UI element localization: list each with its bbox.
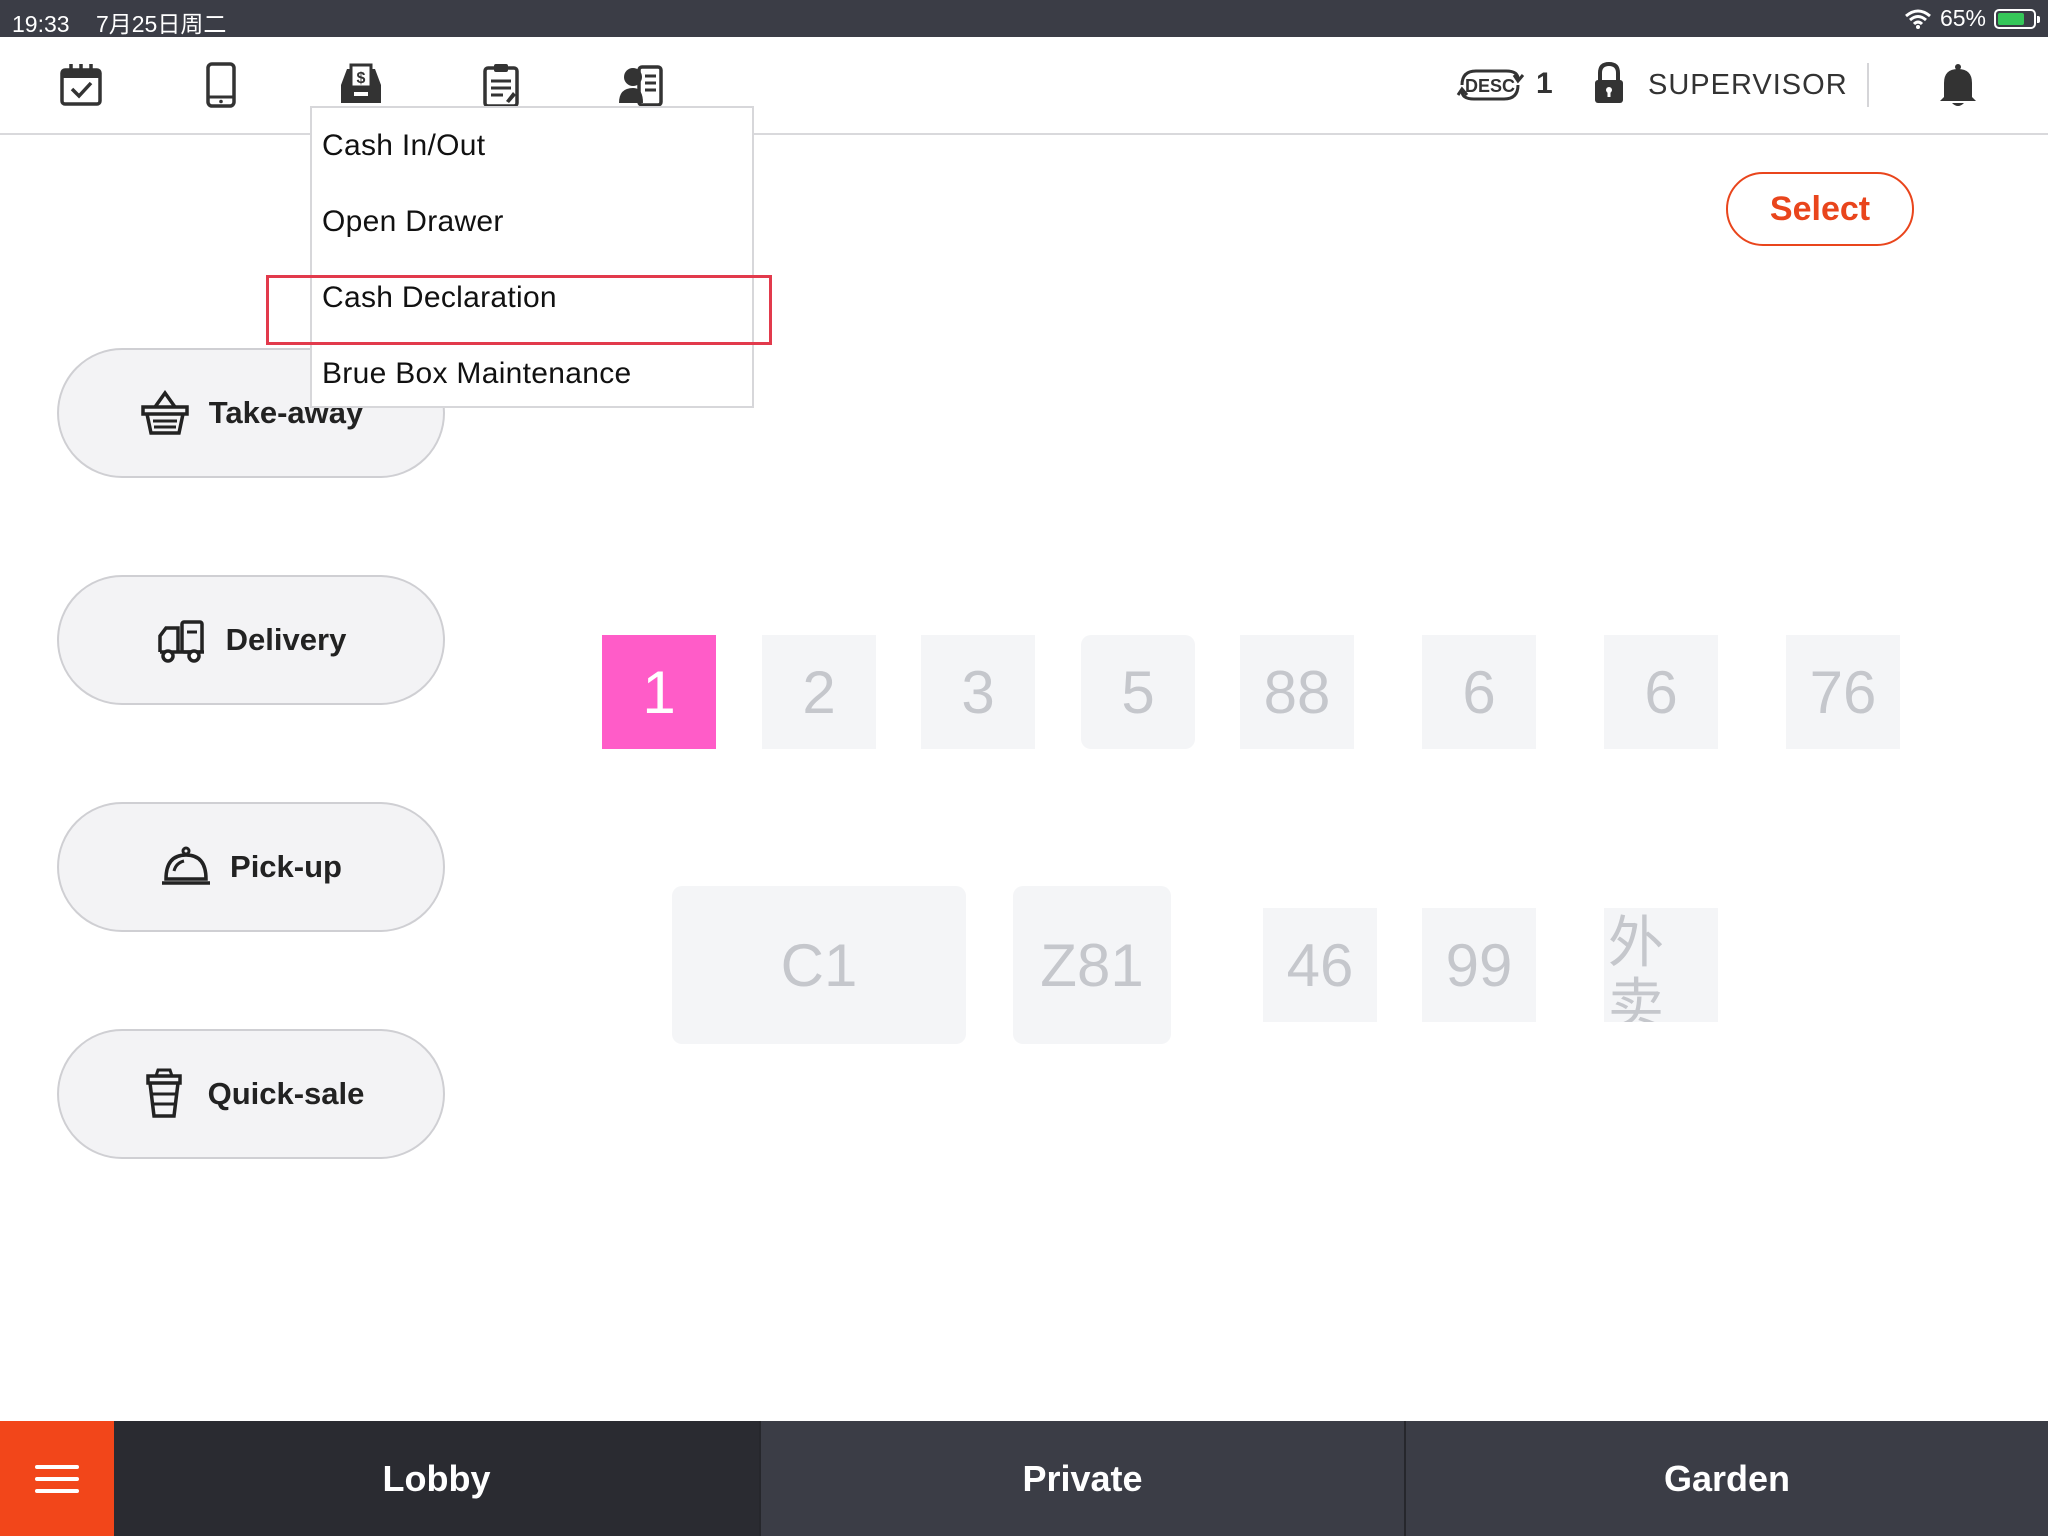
table-tile[interactable]: 99 [1422, 908, 1536, 1022]
clipboard-icon[interactable] [477, 61, 525, 109]
pick-up-button[interactable]: Pick-up [57, 802, 445, 932]
cloche-icon [162, 846, 211, 885]
calendar-check-icon[interactable] [57, 61, 105, 109]
wifi-icon [1904, 9, 1931, 29]
cash-drawer-menu: Cash In/Out Open Drawer Cash Declaration… [310, 106, 754, 408]
highlight-box [266, 275, 772, 345]
user-role[interactable]: SUPERVISOR [1648, 69, 1848, 102]
table-tile[interactable]: 6 [1604, 635, 1718, 749]
tab-lobby[interactable]: Lobby [114, 1421, 759, 1536]
table-tile[interactable]: 2 [762, 635, 876, 749]
menu-item-cash-in-out[interactable]: Cash In/Out [322, 129, 485, 163]
battery-icon [1994, 8, 2040, 29]
battery-percent: 65% [1939, 5, 1986, 31]
table-tile[interactable]: 5 [1081, 635, 1195, 749]
select-button[interactable]: Select [1726, 172, 1914, 246]
lock-icon[interactable] [1592, 61, 1626, 105]
tablet-icon[interactable] [197, 61, 245, 109]
cup-icon [145, 1068, 182, 1118]
hamburger-menu-button[interactable] [0, 1421, 114, 1536]
status-time: 19:33 [12, 11, 70, 37]
delivery-label: Delivery [225, 622, 347, 657]
table-tile[interactable]: 76 [1786, 635, 1900, 749]
tab-garden[interactable]: Garden [1404, 1421, 2048, 1536]
bell-icon[interactable] [1936, 61, 1980, 109]
top-toolbar: $ DESC 1 SUPERVISOR [0, 37, 2048, 135]
table-tile[interactable]: 1 [602, 635, 716, 749]
table-tile[interactable]: C1 [672, 886, 966, 1044]
quick-sale-button[interactable]: Quick-sale [57, 1029, 445, 1159]
quick-sale-label: Quick-sale [207, 1076, 365, 1111]
delivery-button[interactable]: Delivery [57, 575, 445, 705]
toolbar-divider [1867, 63, 1869, 107]
status-date: 7月25日周二 [95, 11, 227, 37]
tab-private[interactable]: Private [759, 1421, 1404, 1536]
delivery-truck-icon [157, 620, 204, 663]
status-bar: 19:33 7月25日周二 65% [0, 0, 2048, 37]
table-tile[interactable]: 46 [1263, 908, 1377, 1022]
menu-item-open-drawer[interactable]: Open Drawer [322, 205, 504, 239]
table-tile[interactable]: 3 [921, 635, 1035, 749]
hamburger-icon [35, 1465, 79, 1469]
menu-item-brue-box-maintenance[interactable]: Brue Box Maintenance [322, 357, 632, 391]
basket-icon [140, 389, 189, 435]
table-tile[interactable]: 外卖 [1604, 908, 1718, 1022]
svg-text:$: $ [357, 70, 366, 87]
desc-label: DESC [1465, 76, 1515, 96]
bottom-bar: Lobby Private Garden [0, 1421, 2048, 1536]
table-tile[interactable]: Z81 [1013, 886, 1171, 1044]
table-tile[interactable]: 6 [1422, 635, 1536, 749]
desc-sort-icon[interactable]: DESC [1452, 65, 1528, 105]
cash-drawer-icon[interactable]: $ [337, 61, 385, 109]
pick-up-label: Pick-up [230, 849, 342, 884]
staff-card-icon[interactable] [617, 61, 665, 109]
desc-count: 1 [1536, 67, 1553, 100]
table-tile[interactable]: 88 [1240, 635, 1354, 749]
